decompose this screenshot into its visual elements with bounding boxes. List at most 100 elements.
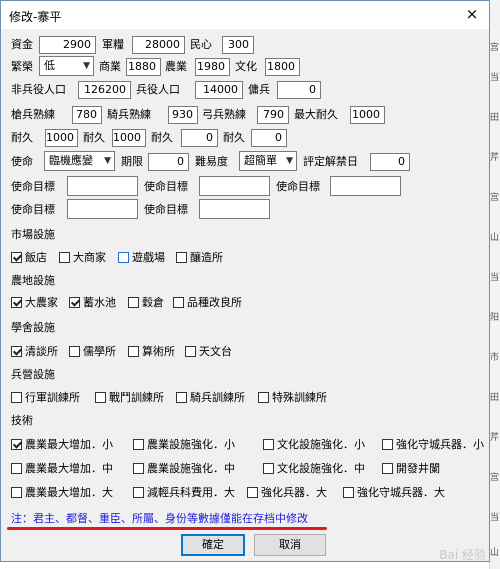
market-checkbox-merchant[interactable]: 大商家 (59, 251, 106, 265)
checkbox-icon (11, 297, 22, 308)
tech-checkbox[interactable]: 農業最大增加．小 (11, 438, 113, 452)
food-input[interactable]: 28000 (132, 36, 185, 54)
checkbox-icon (118, 252, 129, 263)
ok-button[interactable]: 確定 (181, 534, 245, 556)
checkbox-icon (185, 346, 196, 357)
nonmil-label: 非兵役人口 (11, 83, 66, 96)
eval-input[interactable]: 0 (370, 153, 410, 171)
mil-input[interactable]: 14000 (195, 81, 243, 99)
commerce-input[interactable]: 1880 (126, 58, 161, 76)
target-input-2[interactable] (199, 176, 270, 196)
checkbox-icon (382, 439, 393, 450)
tech-checkbox[interactable]: 農業設施強化．中 (133, 462, 235, 476)
target-label: 使命目標 (144, 180, 188, 193)
bg-char: 山 (489, 233, 499, 243)
dur-label: 耐久 (83, 131, 105, 144)
checkbox-icon (11, 463, 22, 474)
close-icon[interactable]: × (461, 4, 483, 24)
period-input[interactable]: 0 (148, 153, 189, 171)
cav-input[interactable]: 930 (168, 106, 198, 124)
farm-checkbox-reservoir[interactable]: 蓄水池 (69, 296, 116, 310)
checkbox-icon (95, 392, 106, 403)
dur-input-2[interactable]: 1000 (112, 129, 146, 147)
tech-checkbox[interactable]: 減輕兵科費用．大 (133, 486, 235, 500)
tech-checkbox[interactable]: 農業最大增加．大 (11, 486, 113, 500)
window-title: 修改-寨平 (9, 10, 62, 24)
bow-input[interactable]: 790 (257, 106, 289, 124)
checkbox-icon (128, 297, 139, 308)
tech-checkbox[interactable]: 開發井闌 (382, 462, 440, 476)
checkbox-icon (176, 252, 187, 263)
school-section-title: 學舍設施 (11, 321, 55, 334)
culture-input[interactable]: 1800 (265, 58, 300, 76)
dur-input-1[interactable]: 1000 (45, 129, 78, 147)
chevron-down-icon: ▼ (286, 156, 293, 166)
target-label: 使命目標 (144, 203, 188, 216)
tech-checkbox[interactable]: 農業最大增加．中 (11, 462, 113, 476)
cancel-button[interactable]: 取消 (254, 534, 326, 556)
market-checkbox-playground[interactable]: 遊戲場 (118, 251, 165, 265)
commerce-label: 商業 (99, 60, 121, 73)
culture-label: 文化 (235, 60, 257, 73)
checkbox-icon (258, 392, 269, 403)
school-checkbox-debate[interactable]: 清談所 (11, 345, 58, 359)
bg-char: 田 (489, 393, 499, 403)
farm-checkbox-breeding[interactable]: 品種改良所 (173, 296, 242, 310)
tech-checkbox[interactable]: 強化守城兵器．小 (382, 438, 484, 452)
tech-checkbox[interactable]: 農業設施強化．小 (133, 438, 235, 452)
morale-input[interactable]: 300 (222, 36, 254, 54)
dur-input-3[interactable]: 0 (181, 129, 218, 147)
merc-label: 傭兵 (248, 83, 270, 96)
checkbox-icon (11, 439, 22, 450)
checkbox-icon (11, 487, 22, 498)
school-checkbox-math[interactable]: 算術所 (128, 345, 175, 359)
farm-section-title: 農地設施 (11, 274, 55, 287)
farm-checkbox-bigfarm[interactable]: 大農家 (11, 296, 58, 310)
barracks-checkbox-cavalry[interactable]: 騎兵訓練所 (176, 391, 245, 405)
funds-input[interactable]: 2900 (39, 36, 96, 54)
dur-input-4[interactable]: 0 (251, 129, 287, 147)
bg-char: 当 (489, 73, 499, 83)
bg-char: 市 (489, 353, 499, 363)
nonmil-input[interactable]: 126200 (78, 81, 131, 99)
edit-dialog: 修改-寨平 × 資金 2900 軍糧 28000 民心 300 繁榮 低 ▼ 商… (0, 0, 490, 562)
target-input-5[interactable] (199, 199, 270, 219)
school-checkbox-confucian[interactable]: 儒學所 (69, 345, 116, 359)
school-checkbox-observatory[interactable]: 天文台 (185, 345, 232, 359)
target-input-3[interactable] (330, 176, 401, 196)
bg-char: 阳 (489, 313, 499, 323)
maxdur-input[interactable]: 1000 (350, 106, 385, 124)
checkbox-icon (11, 346, 22, 357)
checkbox-icon (11, 252, 22, 263)
market-checkbox-brewery[interactable]: 釀造所 (176, 251, 223, 265)
market-checkbox-restaurant[interactable]: 飯店 (11, 251, 47, 265)
checkbox-icon (69, 346, 80, 357)
farm-checkbox-granary[interactable]: 穀倉 (128, 296, 164, 310)
barracks-checkbox-march[interactable]: 行軍訓練所 (11, 391, 80, 405)
barracks-checkbox-combat[interactable]: 戰鬥訓練所 (95, 391, 164, 405)
target-input-1[interactable] (67, 176, 138, 196)
merc-input[interactable]: 0 (277, 81, 321, 99)
eval-label: 評定解禁日 (303, 155, 358, 168)
mission-select[interactable]: 臨機應變 ▼ (44, 151, 115, 171)
mission-label: 使命 (11, 155, 33, 168)
target-input-4[interactable] (67, 199, 138, 219)
tech-checkbox[interactable]: 文化設施強化．小 (263, 438, 365, 452)
tech-checkbox[interactable]: 強化守城兵器．大 (343, 486, 445, 500)
checkbox-icon (133, 439, 144, 450)
prosperity-select[interactable]: 低 ▼ (39, 56, 94, 76)
difficulty-value: 超簡單 (244, 154, 277, 167)
agri-label: 農業 (165, 60, 187, 73)
agri-input[interactable]: 1980 (195, 58, 230, 76)
difficulty-select[interactable]: 超簡單 ▼ (239, 151, 297, 171)
mil-label: 兵役人口 (136, 83, 180, 96)
prosperity-label: 繁榮 (11, 60, 33, 73)
spear-input[interactable]: 780 (72, 106, 102, 124)
tech-checkbox[interactable]: 強化兵器．大 (247, 486, 327, 500)
bg-char: 宫 (489, 193, 499, 203)
barracks-checkbox-special[interactable]: 特殊訓練所 (258, 391, 327, 405)
mission-value: 臨機應變 (49, 154, 93, 167)
maxdur-label: 最大耐久 (294, 108, 338, 121)
tech-checkbox[interactable]: 文化設施強化．中 (263, 462, 365, 476)
spear-label: 槍兵熟練 (11, 108, 55, 121)
